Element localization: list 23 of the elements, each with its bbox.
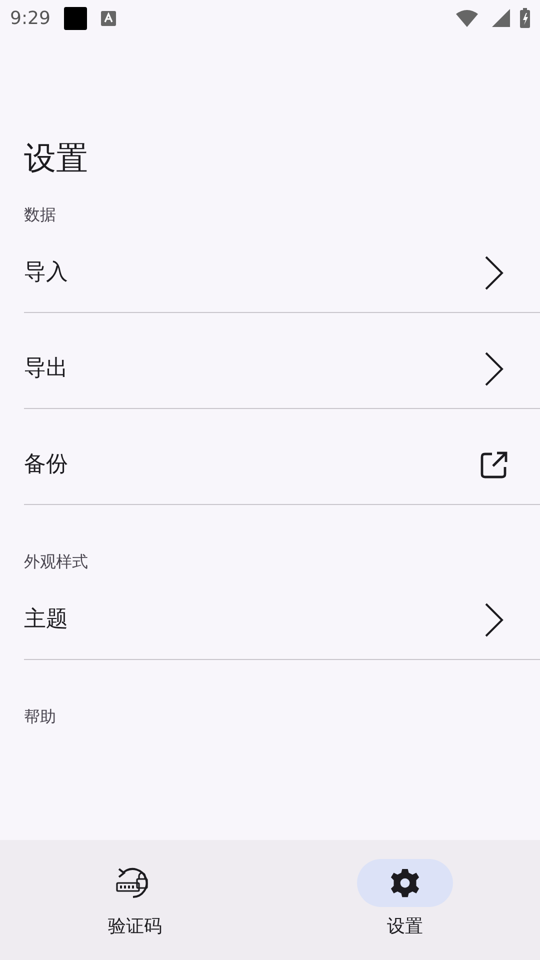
signal-icon	[492, 9, 510, 27]
chevron-right-icon	[484, 350, 504, 386]
settings-row[interactable]: 导出	[24, 313, 540, 409]
chevron-right-icon	[484, 602, 504, 638]
wifi-icon	[456, 9, 478, 27]
keyboard-icon	[101, 10, 116, 26]
settings-row[interactable]: 导入	[24, 222, 540, 313]
nav-tab[interactable]: 验证码	[0, 840, 270, 960]
settings-row[interactable]: 主题	[24, 569, 540, 660]
gear-icon	[390, 868, 420, 898]
row-label: 主题	[24, 606, 68, 634]
settings-row[interactable]: 备份	[24, 409, 540, 505]
status-time: 9:29	[10, 6, 50, 30]
row-label: 导出	[24, 355, 68, 383]
chevron-right-icon	[484, 254, 504, 290]
battery-icon	[520, 8, 530, 28]
section-header: 帮助	[23, 706, 57, 728]
row-label: 导入	[24, 259, 68, 287]
page-title: 设置	[23, 138, 89, 178]
notification-icon	[64, 6, 88, 30]
row-label: 备份	[24, 451, 68, 479]
external-link-icon	[480, 450, 508, 478]
nav-tab[interactable]: 设置	[270, 840, 540, 960]
